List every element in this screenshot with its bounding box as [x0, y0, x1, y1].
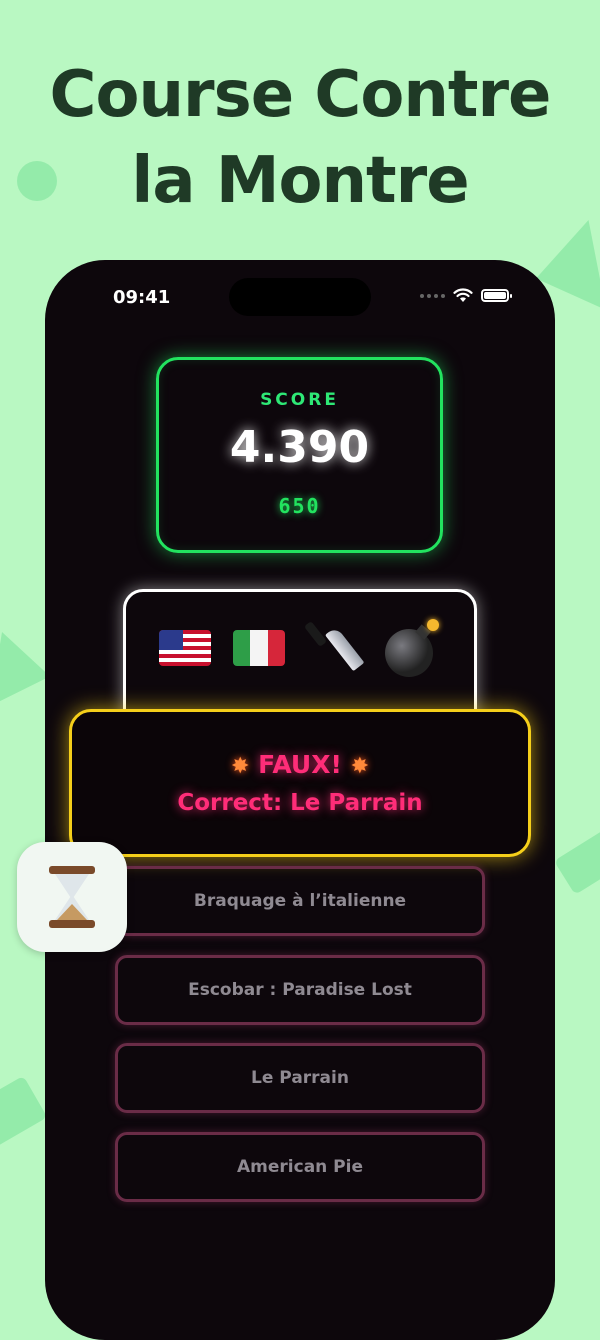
battery-icon: [481, 289, 512, 302]
bomb-icon: [383, 619, 441, 677]
answer-button-4[interactable]: American Pie: [115, 1132, 485, 1202]
explosion-icon: ✸: [350, 754, 370, 779]
answer-label: Braquage à l’italienne: [193, 891, 407, 911]
decor-triangle: [0, 632, 50, 706]
answer-button-1[interactable]: Braquage à l’italienne: [115, 866, 485, 936]
answer-button-2[interactable]: Escobar : Paradise Lost: [115, 955, 485, 1025]
round-points: 650: [278, 494, 321, 518]
emoji-clue-card: [123, 589, 477, 729]
headline-line-1: Course Contre: [49, 58, 552, 132]
answer-button-3[interactable]: Le Parrain: [115, 1043, 485, 1113]
correct-answer-text: Correct: Le Parrain: [177, 790, 423, 816]
phone-screen: 09:41 SCORE 4.390 650 ✸ FAUX! ✸ Correct:…: [45, 260, 555, 1340]
status-icons: [420, 288, 512, 303]
status-time: 09:41: [113, 287, 171, 308]
italy-flag-icon: [233, 630, 285, 666]
headline-line-2: la Montre: [131, 144, 469, 218]
result-status-text: FAUX!: [258, 750, 342, 779]
score-card: SCORE 4.390 650: [156, 357, 443, 553]
wifi-icon: [453, 288, 473, 302]
answer-label: Le Parrain: [251, 1068, 349, 1088]
hourglass-icon: [49, 866, 95, 928]
hourglass-badge: [17, 842, 127, 952]
cellular-icon: [420, 293, 445, 298]
result-status: ✸ FAUX! ✸: [72, 750, 528, 779]
answer-label: Escobar : Paradise Lost: [188, 980, 412, 1000]
dynamic-island: [229, 278, 371, 316]
knife-icon: [303, 620, 365, 675]
score-label: SCORE: [260, 390, 339, 410]
score-value: 4.390: [229, 422, 370, 473]
answer-label: American Pie: [237, 1157, 363, 1177]
result-card: ✸ FAUX! ✸ Correct: Le Parrain: [69, 709, 531, 857]
decor-shape: [0, 1075, 48, 1153]
decor-shape: [553, 829, 600, 895]
explosion-icon: ✸: [230, 754, 250, 779]
us-flag-icon: [159, 630, 211, 666]
promo-headline: Course Contre la Montre: [0, 52, 600, 224]
